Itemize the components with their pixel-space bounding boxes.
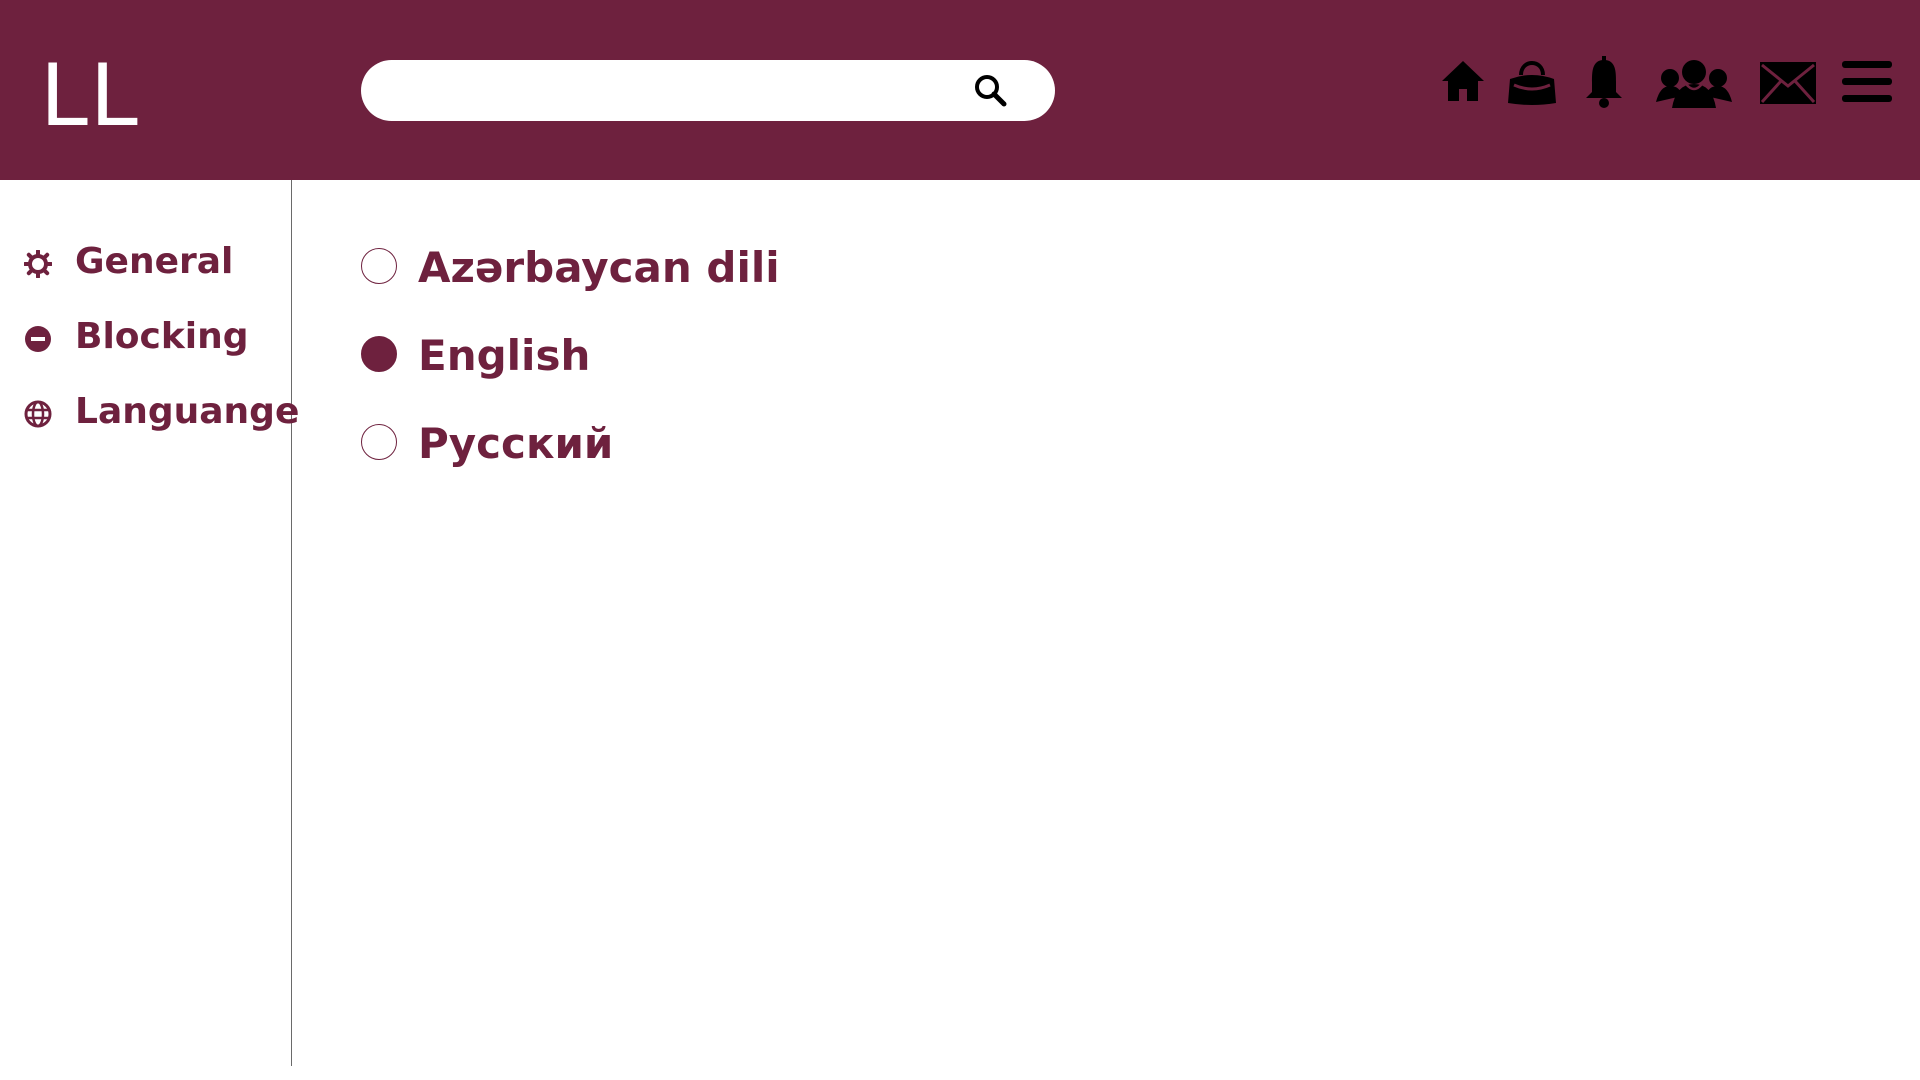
radio-button[interactable] [361,424,397,460]
shop-button[interactable] [1506,53,1558,112]
radio-button[interactable] [361,248,397,284]
menu-icon [1842,61,1892,102]
search-icon [975,75,1007,107]
mail-icon [1760,62,1816,104]
block-icon [25,326,51,352]
top-header: LL [0,0,1920,180]
language-label: English [418,331,591,380]
language-option-azerbaijani[interactable]: Azərbaycan dili [360,238,960,298]
search-input[interactable] [387,60,971,123]
menu-button[interactable] [1842,60,1892,109]
friends-button[interactable] [1656,56,1732,113]
settings-sidebar: General Blocking Languange [0,180,299,1066]
logo[interactable]: LL [40,46,140,146]
sidebar-item-label: General [75,241,234,282]
globe-icon [24,400,52,428]
language-label: Русский [418,419,614,468]
sidebar-item-general[interactable]: General [0,235,290,291]
search-box [361,60,1055,123]
radio-button-selected[interactable] [361,336,397,372]
language-option-english[interactable]: English [360,326,960,386]
bell-icon [1586,56,1622,108]
sidebar-item-label: Languange [75,391,300,432]
home-icon [1442,61,1484,101]
friends-icon [1656,60,1732,108]
notifications-button[interactable] [1584,54,1624,113]
search-button[interactable] [971,71,1011,111]
home-button[interactable] [1440,58,1486,109]
handbag-icon [1508,61,1556,105]
sidebar-item-blocking[interactable]: Blocking [0,310,290,366]
sidebar-item-language[interactable]: Languange [0,385,299,441]
gear-icon [24,250,52,278]
language-label: Azərbaycan dili [418,243,780,292]
messages-button[interactable] [1760,62,1816,109]
language-option-russian[interactable]: Русский [360,414,960,474]
sidebar-item-label: Blocking [75,316,249,357]
